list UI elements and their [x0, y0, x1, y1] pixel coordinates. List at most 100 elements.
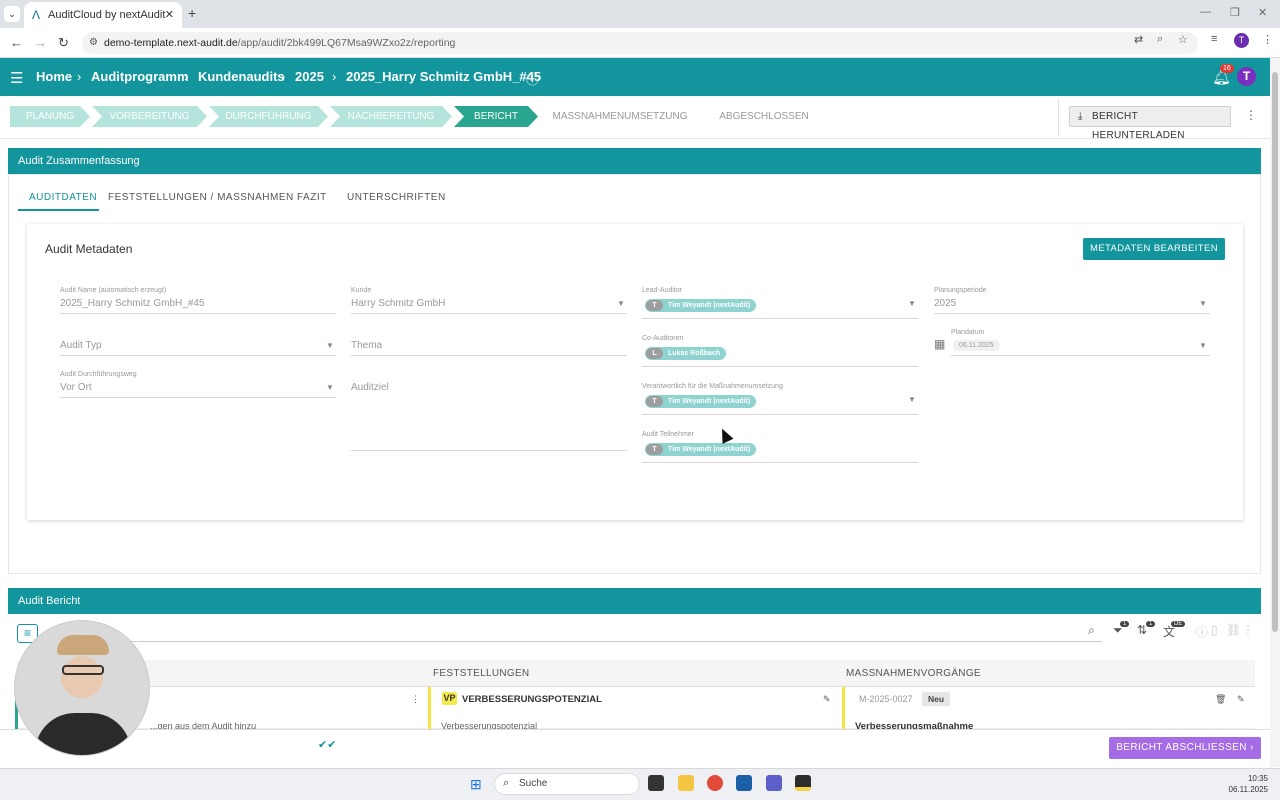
bottom-action-bar	[0, 729, 1270, 767]
dropdown-arrow-icon[interactable]: ▼	[617, 299, 625, 308]
chip-avatar: T	[646, 396, 663, 407]
tab-auditdaten[interactable]: AUDITDATEN	[29, 192, 97, 203]
dropdown-arrow-icon[interactable]: ▼	[908, 299, 916, 308]
url-host: demo-template.next-audit.de	[104, 37, 238, 49]
durchfuehrungsweg-field[interactable]: Vor Ort	[60, 382, 92, 393]
more-options-icon[interactable]: ⋮	[1245, 108, 1257, 122]
back-icon[interactable]: ←	[10, 35, 23, 50]
media-icon[interactable]: ≡	[1211, 33, 1217, 45]
zoom-icon[interactable]: ⌕	[1157, 33, 1163, 46]
dropdown-arrow-icon[interactable]: ▼	[1199, 341, 1207, 350]
taskbar-search[interactable]: ⌕ Suche	[494, 773, 640, 795]
chevron-right-icon: ›	[281, 69, 286, 84]
planungsperiode-field[interactable]: 2025	[934, 298, 956, 309]
chip-co-auditor[interactable]: L Lukas Roßbach	[645, 347, 727, 360]
translate-icon[interactable]: ⇄	[1134, 33, 1143, 46]
info-icon[interactable]: ⓘ	[1196, 623, 1208, 640]
language-badge: DE	[1171, 621, 1186, 627]
user-avatar[interactable]: T	[1237, 67, 1256, 86]
tab-unterschriften[interactable]: UNTERSCHRIFTEN	[347, 192, 446, 203]
dropdown-arrow-icon[interactable]: ▼	[326, 383, 334, 392]
restore-icon[interactable]: ❐	[1230, 6, 1240, 19]
browser-menu-icon[interactable]: ⋮	[1262, 33, 1273, 46]
finding-title[interactable]: VERBESSERUNGSPOTENZIAL	[462, 694, 602, 705]
chip-label: Lukas Roßbach	[668, 350, 721, 357]
underline	[60, 355, 336, 356]
tab-fazit[interactable]: FAZIT	[297, 192, 327, 203]
taskview-icon[interactable]	[648, 775, 664, 791]
windows-start-icon[interactable]: ⊞	[470, 776, 482, 793]
download-icon: ⤓	[1078, 111, 1083, 122]
info-icon[interactable]: ⓘ	[526, 69, 539, 88]
browser-profile-avatar[interactable]: T	[1234, 33, 1249, 48]
finding-color-bar	[428, 687, 431, 729]
lead-auditor-label: Lead-Auditor	[642, 287, 683, 294]
close-tab-icon[interactable]: ✕	[165, 8, 174, 21]
link-icon[interactable]: ⛓	[1226, 623, 1241, 637]
auditziel-field[interactable]: Auditziel	[351, 382, 389, 393]
row-menu-icon[interactable]: ⋮	[411, 694, 420, 705]
report-search-field[interactable]	[42, 641, 1102, 642]
underline	[642, 414, 918, 415]
delete-icon[interactable]: 🗑︎	[1215, 694, 1226, 705]
browser-tab[interactable]: Λ AuditCloud by nextAudit ✕	[24, 2, 182, 28]
breadcrumb-year[interactable]: 2025	[295, 69, 324, 84]
more-options-icon[interactable]: ⋮	[1242, 623, 1254, 637]
step-bericht[interactable]: BERICHT	[454, 106, 538, 127]
step-planung[interactable]: PLANUNG	[10, 106, 90, 127]
close-window-icon[interactable]: ✕	[1258, 6, 1267, 19]
windows-taskbar	[0, 768, 1280, 800]
copy-icon[interactable]: ▯	[1211, 623, 1218, 637]
metadata-card	[27, 224, 1243, 520]
sticky-notes-icon[interactable]	[795, 775, 811, 791]
chip-verantwortlich[interactable]: T Tim Weyandt (nextAudit)	[645, 395, 757, 408]
scrollbar-thumb[interactable]	[1272, 72, 1278, 632]
step-massnahmenumsetzung[interactable]: MASSNAHMENUMSETZUNG	[540, 106, 700, 127]
step-abgeschlossen[interactable]: ABGESCHLOSSEN	[702, 106, 826, 127]
download-report-button[interactable]: ⤓ BERICHT HERUNTERLADEN	[1069, 106, 1231, 141]
dropdown-arrow-icon[interactable]: ▼	[1199, 299, 1207, 308]
teams-icon[interactable]	[766, 775, 782, 791]
tab-list-button[interactable]: ⌄	[4, 6, 20, 22]
dropdown-arrow-icon[interactable]: ▼	[326, 341, 334, 350]
reload-icon[interactable]: ↻	[58, 35, 69, 51]
summary-title: Audit Zusammenfassung	[18, 155, 140, 167]
kunde-field[interactable]: Harry Schmitz GmbH	[351, 298, 445, 309]
breadcrumb-auditprogramm[interactable]: Auditprogramm	[91, 69, 189, 84]
step-durchfuehrung[interactable]: DURCHFÜHRUNG	[209, 106, 328, 127]
forward-icon[interactable]: →	[34, 35, 47, 50]
plandatum-label: Plandatum	[951, 329, 985, 336]
chip-teilnehmer[interactable]: T Tim Weyandt (nextAudit)	[645, 443, 757, 456]
url-field[interactable]: ⚙ demo-template.next-audit.de/app/audit/…	[82, 32, 1198, 54]
bookmark-star-icon[interactable]: ☆	[1178, 33, 1188, 46]
audit-typ-field[interactable]: Audit Typ	[60, 340, 102, 351]
metadata-title: Audit Metadaten	[45, 242, 133, 256]
search-icon[interactable]: ⌕	[1088, 623, 1095, 638]
menu-icon[interactable]: ☰	[10, 69, 23, 87]
store-icon[interactable]	[736, 775, 752, 791]
underline	[60, 313, 336, 314]
chrome-icon[interactable]	[707, 775, 723, 791]
taskbar-clock[interactable]: 10:35 06.11.2025	[1228, 773, 1268, 795]
calendar-icon[interactable]: ▦	[934, 337, 945, 351]
underline	[642, 366, 918, 367]
tab-feststellungen[interactable]: FESTSTELLUNGEN / MASSNAHMEN	[108, 192, 294, 203]
file-explorer-icon[interactable]	[678, 775, 694, 791]
breadcrumb-kundenaudits[interactable]: Kundenaudits	[198, 69, 285, 84]
step-vorbereitung[interactable]: VORBEREITUNG	[92, 106, 207, 127]
edit-icon[interactable]: ✎	[1237, 694, 1245, 705]
dropdown-arrow-icon[interactable]: ▼	[908, 395, 916, 404]
minimize-icon[interactable]: —	[1200, 6, 1211, 18]
finish-report-button[interactable]: BERICHT ABSCHLIESSEN ›	[1109, 737, 1261, 759]
plandatum-chip[interactable]: 06.11.2025	[953, 340, 1000, 351]
divider	[1058, 99, 1059, 137]
thema-field[interactable]: Thema	[351, 340, 382, 351]
audit-name-label: Audit Name (automatisch erzeugt)	[60, 287, 167, 294]
edit-metadata-button[interactable]: METADATEN BEARBEITEN	[1083, 238, 1225, 260]
breadcrumb-home[interactable]: Home	[36, 69, 72, 84]
site-info-icon[interactable]: ⚙	[89, 37, 98, 48]
edit-icon[interactable]: ✎	[823, 694, 831, 705]
step-nachbereitung[interactable]: NACHBEREITUNG	[330, 106, 452, 127]
new-tab-button[interactable]: +	[188, 5, 196, 21]
chip-lead-auditor[interactable]: T Tim Weyandt (nextAudit)	[645, 299, 757, 312]
